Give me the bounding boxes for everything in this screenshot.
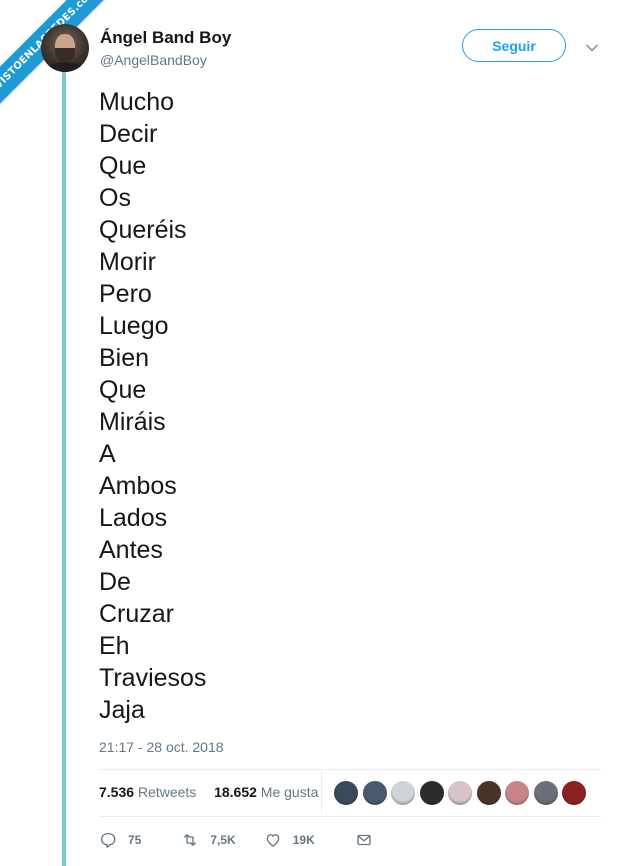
tweet-line: Morir [99, 248, 156, 276]
tweet-timestamp[interactable]: 21:17 - 28 oct. 2018 [99, 739, 224, 755]
liker-avatar[interactable] [532, 780, 559, 806]
tweet-line: Ambos [99, 472, 177, 500]
retweets-stat[interactable]: 7.536 Retweets [99, 784, 196, 800]
tweet-line: Que [99, 376, 147, 404]
tweet-line: Antes [99, 536, 163, 564]
retweet-button[interactable]: 7,5K [181, 831, 236, 849]
tweet-line: Pero [99, 280, 152, 308]
retweet-count: 7,5K [210, 833, 236, 847]
tweet-line: Decir [99, 120, 158, 148]
avatar[interactable] [41, 24, 89, 72]
tweet-line: Os [99, 184, 131, 212]
retweets-count: 7.536 [99, 784, 135, 800]
retweets-label: Retweets [137, 784, 197, 800]
liker-avatar[interactable] [447, 780, 473, 806]
tweet-line: Eh [99, 632, 130, 660]
tweet-line: Lados [99, 504, 168, 532]
tweet-text: Mucho Decir Que Os Queréis Morir Pero Luego Bien… [99, 86, 206, 726]
reply-count: 75 [128, 833, 142, 847]
likes-label: Me gusta [260, 784, 319, 800]
tweet-line: Miráis [99, 408, 166, 436]
tweet-line: Luego [99, 312, 169, 340]
likes-stat[interactable]: 18.652 Me gusta [214, 784, 318, 800]
chevron-down-icon[interactable] [584, 40, 600, 56]
reply-button[interactable]: 75 [99, 831, 141, 849]
tweet-line: Jaja [99, 696, 145, 724]
tweet-line: De [99, 568, 131, 596]
heart-icon [266, 834, 280, 847]
liker-avatar[interactable] [561, 780, 587, 806]
tweet-actions: 75 7,5K 19K [99, 830, 373, 850]
follow-button[interactable]: Seguir [462, 29, 566, 62]
like-count: 19K [292, 833, 315, 847]
tweet-line: Traviesos [99, 664, 207, 692]
liker-avatar[interactable] [418, 780, 445, 806]
liker-avatar[interactable] [390, 780, 416, 806]
liker-avatar[interactable] [361, 780, 388, 806]
direct-message-button[interactable] [355, 831, 373, 849]
liker-avatars [333, 780, 590, 806]
tweet-line: Queréis [99, 216, 187, 244]
retweet-icon [184, 834, 197, 846]
reply-icon [100, 832, 116, 848]
liker-avatar[interactable] [504, 780, 530, 806]
likes-count: 18.652 [214, 784, 257, 800]
tweet-line: Cruzar [99, 600, 175, 628]
tweet-line: A [99, 440, 116, 468]
tweet-stats: 7.536 Retweets 18.652 Me gusta [99, 784, 318, 802]
divider [99, 816, 601, 817]
display-name[interactable]: Ángel Band Boy [100, 28, 231, 48]
tweet-line: Bien [99, 344, 150, 372]
like-button[interactable]: 19K [264, 831, 315, 849]
liker-avatar[interactable] [475, 780, 502, 806]
envelope-icon [357, 834, 371, 846]
user-handle[interactable]: @AngelBandBoy [100, 52, 207, 68]
left-frame-line [62, 70, 66, 866]
liker-avatar[interactable] [333, 780, 359, 806]
divider [99, 769, 601, 770]
tweet-line: Que [99, 152, 147, 180]
stats-separator [321, 770, 322, 814]
tweet-line: Mucho [99, 88, 175, 116]
